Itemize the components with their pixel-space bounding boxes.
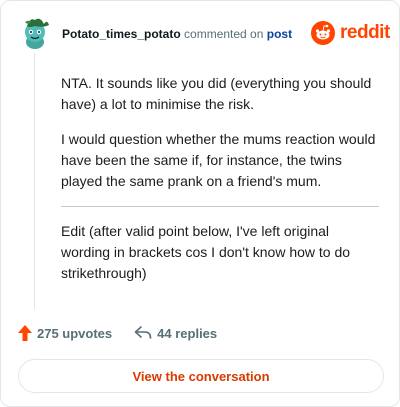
reply-count: 44 replies (157, 325, 218, 341)
upvote-count: 275 upvotes (37, 325, 113, 341)
comment-paragraph: I would question whether the mums reacti… (61, 131, 376, 189)
reddit-wordmark: reddit (340, 22, 390, 43)
reply-arrow-icon (134, 326, 152, 339)
thread-line (34, 53, 35, 309)
comment-paragraph: Edit (after valid point below, I've left… (61, 223, 351, 281)
comment-body: NTA. It sounds like you did (everything … (61, 73, 379, 298)
reddit-snoo-icon (311, 21, 335, 45)
upvote-button[interactable]: 275 upvotes (18, 325, 112, 341)
username-link[interactable]: Potato_times_potato (62, 27, 181, 41)
comment-card: Potato_times_potato commented on post re… (0, 0, 400, 407)
reddit-logo[interactable]: reddit (311, 21, 390, 45)
reply-button[interactable]: 44 replies (134, 326, 217, 341)
commented-on-text: commented on (184, 27, 264, 41)
comment-divider (61, 206, 379, 207)
view-conversation-button[interactable]: View the conversation (18, 359, 384, 393)
upvote-arrow-icon (18, 325, 32, 341)
comment-paragraph: NTA. It sounds like you did (everything … (61, 75, 372, 112)
comment-header: Potato_times_potato commented on post (62, 27, 292, 41)
snoo-avatar-icon[interactable] (17, 13, 53, 49)
post-link[interactable]: post (267, 27, 292, 41)
comment-actions: 275 upvotes 44 replies (18, 325, 217, 341)
